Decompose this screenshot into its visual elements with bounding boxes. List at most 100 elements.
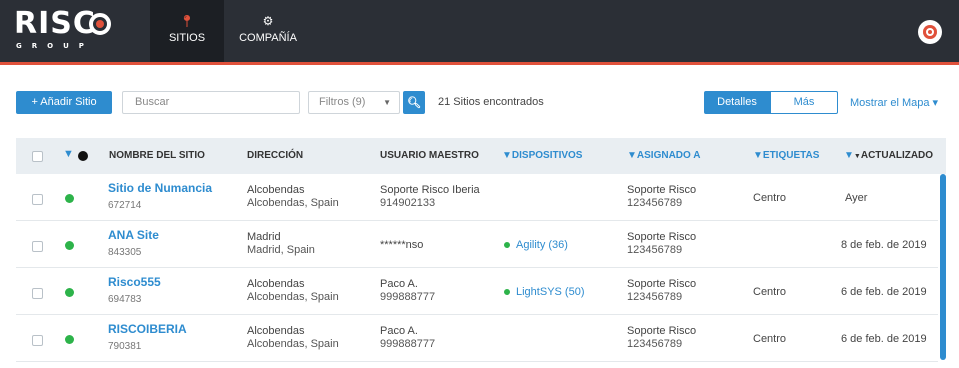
filter-icon: ▼ bbox=[844, 150, 854, 161]
row-checkbox[interactable] bbox=[32, 241, 43, 252]
table-row[interactable]: Risco555 694783 Alcobendas Alcobendas, S… bbox=[16, 268, 938, 315]
table-row[interactable]: RISCOIBERIA 790381 Alcobendas Alcobendas… bbox=[16, 315, 938, 362]
site-name-link[interactable]: Risco555 bbox=[108, 275, 161, 289]
master-user-name: Paco A. bbox=[380, 278, 418, 290]
search-input[interactable]: Buscar bbox=[122, 91, 300, 114]
updated-date: Ayer bbox=[845, 192, 868, 204]
device-label: Agility (36) bbox=[516, 239, 568, 251]
sort-desc-icon: ▼ bbox=[853, 153, 861, 160]
tab-compania-label: COMPAÑÍA bbox=[239, 32, 297, 44]
assigned-phone: 123456789 bbox=[627, 338, 683, 350]
logo-text: RISC bbox=[14, 6, 96, 41]
address-line2: Madrid, Spain bbox=[247, 244, 315, 256]
filter-icon: ▼ bbox=[627, 150, 637, 161]
site-name-link[interactable]: RISCOIBERIA bbox=[108, 322, 187, 336]
status-online-icon bbox=[65, 194, 74, 203]
tab-compania[interactable]: ⚙ COMPAÑÍA bbox=[228, 0, 308, 62]
status-column-dot-icon bbox=[78, 151, 88, 161]
logo-dot-icon bbox=[96, 20, 104, 28]
col-devices-label: DISPOSITIVOS bbox=[511, 150, 583, 161]
site-name-link[interactable]: ANA Site bbox=[108, 228, 159, 242]
row-checkbox[interactable] bbox=[32, 335, 43, 346]
device-online-icon bbox=[504, 289, 510, 296]
col-assigned[interactable]: ▼ASIGNADO A bbox=[627, 150, 700, 161]
assigned-phone: 123456789 bbox=[627, 244, 683, 256]
row-checkbox[interactable] bbox=[32, 194, 43, 205]
row-checkbox[interactable] bbox=[32, 288, 43, 299]
address-line1: Alcobendas bbox=[247, 325, 305, 337]
tab-sitios[interactable]: 📍︎ SITIOS bbox=[150, 0, 224, 62]
master-user-phone: 999888777 bbox=[380, 338, 436, 350]
col-labels[interactable]: ▼ETIQUETAS bbox=[753, 150, 819, 161]
master-user-phone: 914902133 bbox=[380, 197, 436, 209]
address-line1: Alcobendas bbox=[247, 184, 305, 196]
site-id: 843305 bbox=[108, 247, 142, 258]
table-scrollbar[interactable] bbox=[940, 174, 946, 360]
chevron-down-icon: ▼ bbox=[383, 98, 391, 107]
status-online-icon bbox=[65, 335, 74, 344]
col-labels-label: ETIQUETAS bbox=[762, 150, 820, 161]
address-line2: Alcobendas, Spain bbox=[247, 338, 339, 350]
updated-date: 8 de feb. de 2019 bbox=[841, 239, 927, 251]
status-online-icon bbox=[65, 288, 74, 297]
updated-date: 6 de feb. de 2019 bbox=[841, 286, 927, 298]
account-avatar[interactable] bbox=[918, 20, 942, 44]
table-row[interactable]: Sitio de Numancia 672714 Alcobendas Alco… bbox=[16, 174, 938, 221]
site-name-link[interactable]: Sitio de Numancia bbox=[108, 181, 212, 195]
master-user-name: ******nso bbox=[380, 239, 424, 251]
col-updated[interactable]: ▼▼ACTUALIZADO bbox=[844, 150, 933, 161]
show-map-link[interactable]: Mostrar el Mapa ▾ bbox=[850, 96, 938, 109]
col-address[interactable]: DIRECCIÓN bbox=[247, 150, 303, 161]
results-count: 21 Sitios encontrados bbox=[438, 96, 544, 108]
assigned-name: Soporte Risco bbox=[627, 325, 697, 337]
gear-icon: ⚙ bbox=[262, 14, 274, 28]
filter-icon: ▼ bbox=[502, 150, 512, 161]
col-assigned-label: ASIGNADO A bbox=[636, 150, 701, 161]
col-updated-label: ACTUALIZADO bbox=[860, 150, 934, 161]
updated-date: 6 de feb. de 2019 bbox=[841, 333, 927, 345]
site-id: 694783 bbox=[108, 294, 142, 305]
col-devices[interactable]: ▼DISPOSITIVOS bbox=[502, 150, 582, 161]
address-line1: Madrid bbox=[247, 231, 281, 243]
master-user-name: Paco A. bbox=[380, 325, 418, 337]
assigned-phone: 123456789 bbox=[627, 197, 683, 209]
map-pin-icon: ▾ bbox=[932, 97, 939, 109]
map-pin-icon: 📍︎ bbox=[179, 14, 195, 28]
device-label: LightSYS (50) bbox=[516, 286, 585, 298]
status-filter-icon[interactable]: ▼ bbox=[63, 148, 74, 160]
col-site-name[interactable]: NOMBRE DEL SITIO bbox=[109, 150, 205, 161]
tab-sitios-label: SITIOS bbox=[168, 32, 206, 44]
status-online-icon bbox=[65, 241, 74, 250]
logo-subtext: GROUP bbox=[16, 42, 94, 50]
address-line2: Alcobendas, Spain bbox=[247, 291, 339, 303]
master-user-name: Soporte Risco Iberia bbox=[380, 184, 480, 196]
filters-label: Filtros (9) bbox=[319, 96, 366, 108]
add-site-button[interactable]: + Añadir Sitio bbox=[16, 91, 112, 114]
assigned-name: Soporte Risco bbox=[627, 231, 697, 243]
device-link[interactable]: Agility (36) bbox=[504, 239, 568, 251]
assigned-name: Soporte Risco bbox=[627, 278, 697, 290]
table-header: ▼ NOMBRE DEL SITIO DIRECCIÓN USUARIO MAE… bbox=[16, 138, 946, 174]
site-label: Centro bbox=[753, 192, 787, 204]
select-all-checkbox[interactable] bbox=[32, 151, 43, 162]
view-more-toggle[interactable]: Más bbox=[770, 91, 838, 114]
address-line1: Alcobendas bbox=[247, 278, 305, 290]
view-details-toggle[interactable]: Detalles bbox=[704, 91, 770, 114]
filters-dropdown[interactable]: Filtros (9) ▼ bbox=[308, 91, 400, 114]
col-master-user[interactable]: USUARIO MAESTRO bbox=[380, 150, 479, 161]
assigned-name: Soporte Risco bbox=[627, 184, 697, 196]
search-button[interactable]: 🔍︎ bbox=[403, 91, 425, 114]
site-label: Centro bbox=[753, 333, 787, 345]
top-navbar: RISC GROUP 📍︎ SITIOS ⚙ COMPAÑÍA bbox=[0, 0, 959, 62]
search-icon: 🔍︎ bbox=[407, 96, 421, 109]
table-row[interactable]: ANA Site 843305 Madrid Madrid, Spain ***… bbox=[16, 221, 938, 268]
filter-icon: ▼ bbox=[753, 150, 763, 161]
site-id: 790381 bbox=[108, 341, 142, 352]
device-link[interactable]: LightSYS (50) bbox=[504, 286, 584, 298]
address-line2: Alcobendas, Spain bbox=[247, 197, 339, 209]
site-id: 672714 bbox=[108, 200, 142, 211]
master-user-phone: 999888777 bbox=[380, 291, 436, 303]
assigned-phone: 123456789 bbox=[627, 291, 683, 303]
show-map-label: Mostrar el Mapa bbox=[850, 97, 930, 109]
risco-logo[interactable]: RISC GROUP bbox=[14, 8, 114, 54]
